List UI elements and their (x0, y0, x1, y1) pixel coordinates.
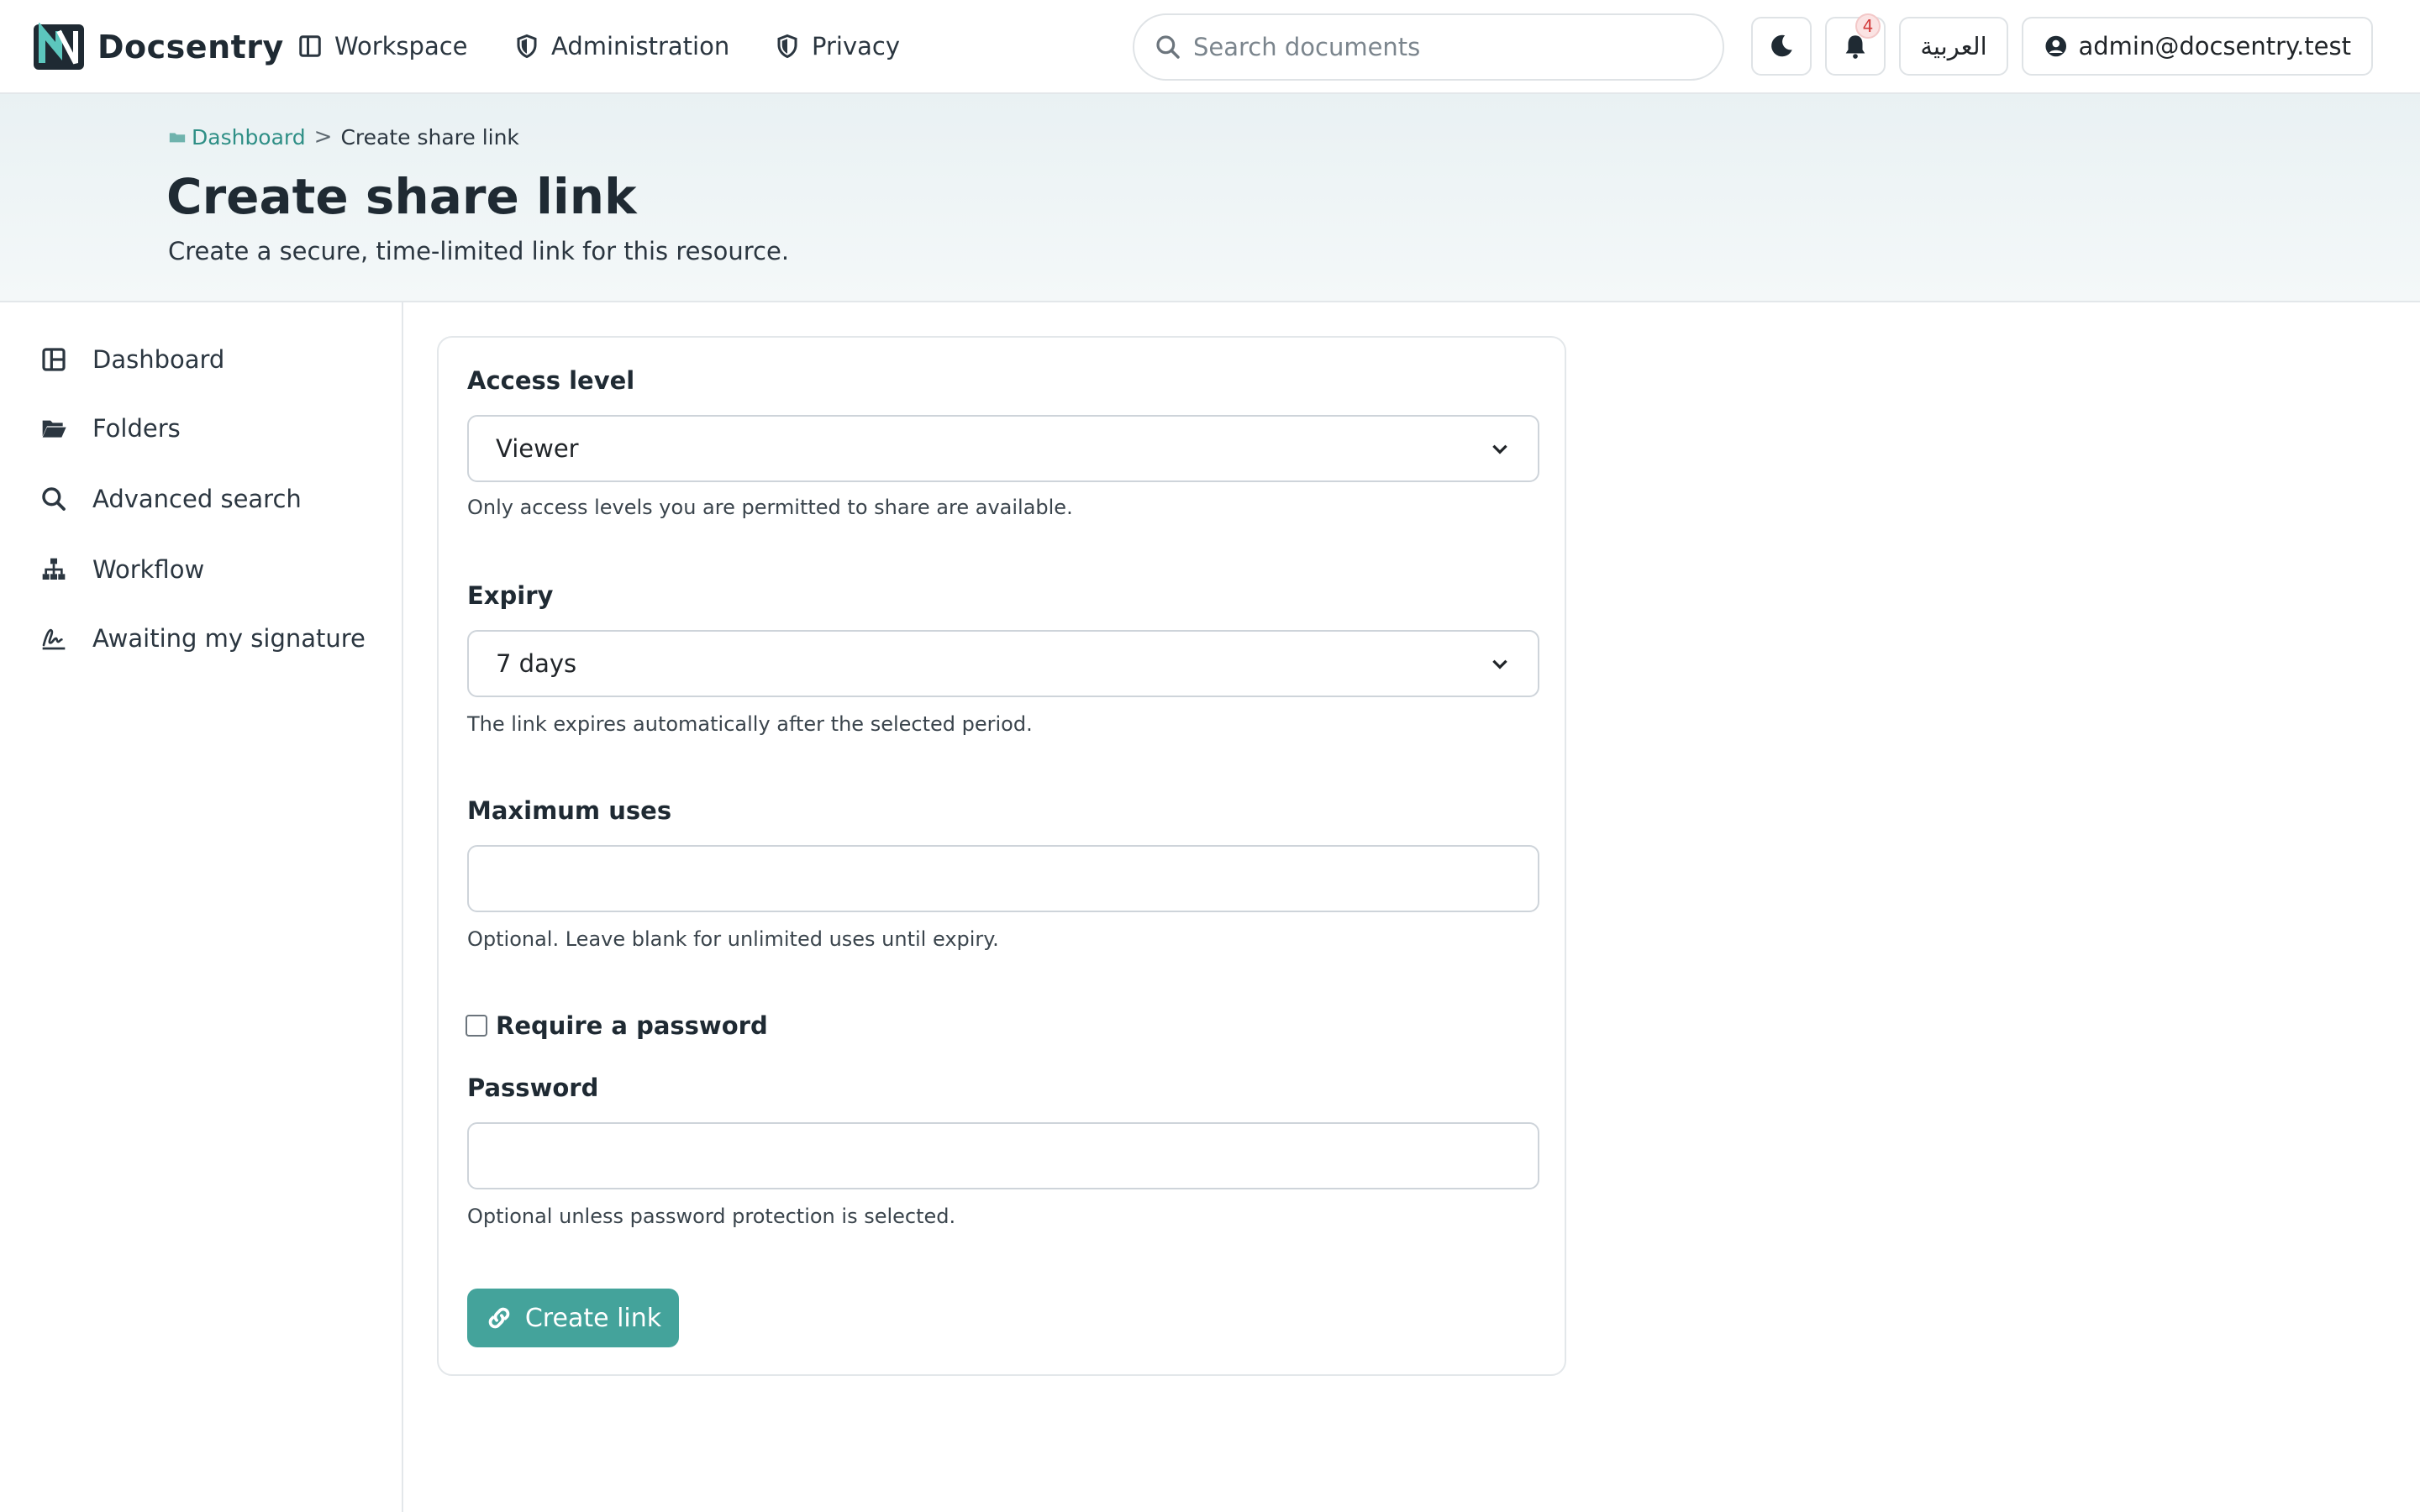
nav-privacy-label: Privacy (812, 32, 900, 60)
sidebar: Dashboard Folders Advanced search Workfl… (0, 302, 403, 1512)
create-link-button[interactable]: Create link (467, 1289, 679, 1347)
page-title: Create share link (166, 168, 637, 225)
access-level-help: Only access levels you are permitted to … (467, 496, 1073, 519)
top-navbar: Docsentry Workspace Administration Priva… (0, 0, 2420, 94)
breadcrumb-dashboard-link[interactable]: Dashboard (168, 125, 306, 150)
nav-administration-label: Administration (551, 32, 730, 60)
breadcrumb-separator: > (313, 124, 333, 150)
password-field[interactable] (467, 1122, 1539, 1189)
max-uses-help: Optional. Leave blank for unlimited uses… (467, 927, 999, 951)
moon-icon (1771, 34, 1792, 57)
max-uses-label: Maximum uses (467, 796, 672, 825)
page-header: Dashboard > Create share link Create sha… (0, 94, 2420, 302)
password-help: Optional unless password protection is s… (467, 1205, 956, 1228)
folder-open-icon (42, 420, 66, 438)
language-label: العربية (1920, 32, 1987, 60)
sidebar-item-workflow[interactable]: Workflow (40, 544, 204, 595)
access-level-label: Access level (467, 366, 635, 395)
expiry-select[interactable]: 7 days (467, 630, 1539, 697)
brand[interactable]: Docsentry (32, 22, 284, 72)
shield-icon (517, 34, 537, 59)
breadcrumb-current: Create share link (340, 124, 519, 150)
breadcrumb-dashboard-label: Dashboard (192, 124, 306, 150)
layout-icon (42, 348, 66, 371)
notifications-button[interactable]: 4 (1825, 13, 1886, 76)
link-icon (488, 1307, 510, 1329)
search-box[interactable] (1133, 13, 1724, 81)
sitemap-icon (42, 558, 66, 580)
search-input[interactable] (1193, 33, 1697, 61)
layout-icon (299, 35, 321, 57)
sidebar-item-awaiting-signature[interactable]: Awaiting my signature (40, 613, 366, 664)
chevron-down-icon (1492, 444, 1507, 454)
expiry-label: Expiry (467, 581, 554, 610)
search-icon (42, 487, 66, 511)
access-level-select[interactable]: Viewer (467, 415, 1539, 482)
require-password-row: Require a password (466, 1011, 768, 1040)
user-circle-icon (2045, 35, 2067, 57)
max-uses-input[interactable] (496, 847, 1511, 911)
nav-administration[interactable]: Administration (514, 25, 729, 67)
user-menu-button[interactable]: admin@docsentry.test (2022, 17, 2373, 76)
signature-icon (42, 628, 66, 650)
sidebar-item-label: Folders (92, 414, 181, 443)
sidebar-item-label: Workflow (92, 555, 205, 584)
brand-name: Docsentry (97, 29, 284, 66)
folder-icon (169, 133, 186, 143)
password-input[interactable] (496, 1124, 1511, 1188)
breadcrumb: Dashboard > Create share link (168, 124, 519, 150)
page-subtitle: Create a secure, time-limited link for t… (168, 237, 790, 265)
shield-half-icon (777, 34, 797, 59)
require-password-label[interactable]: Require a password (496, 1011, 768, 1040)
access-level-value: Viewer (496, 434, 579, 463)
share-link-form: Access level Viewer Only access levels y… (437, 336, 1566, 1376)
language-switch-button[interactable]: العربية (1899, 17, 2008, 76)
sidebar-item-advanced-search[interactable]: Advanced search (40, 474, 302, 524)
user-email: admin@docsentry.test (2078, 32, 2351, 60)
sidebar-item-folders[interactable]: Folders (40, 403, 181, 454)
docsentry-logo-icon (34, 23, 84, 70)
require-password-checkbox[interactable] (466, 1015, 487, 1037)
password-label: Password (467, 1074, 599, 1102)
max-uses-field[interactable] (467, 845, 1539, 912)
sidebar-item-label: Advanced search (92, 485, 302, 513)
create-link-label: Create link (524, 1303, 662, 1333)
sidebar-item-label: Dashboard (92, 345, 225, 374)
notification-count-badge: 4 (1855, 13, 1881, 39)
chevron-down-icon (1492, 659, 1507, 669)
nav-privacy[interactable]: Privacy (775, 25, 900, 67)
expiry-help: The link expires automatically after the… (467, 712, 1033, 736)
nav-workspace-label: Workspace (334, 32, 468, 60)
sidebar-item-dashboard[interactable]: Dashboard (40, 334, 224, 385)
nav-workspace[interactable]: Workspace (297, 25, 468, 67)
search-icon (1156, 35, 1180, 59)
expiry-value: 7 days (496, 649, 577, 678)
theme-toggle-button[interactable] (1751, 17, 1812, 76)
sidebar-item-label: Awaiting my signature (92, 624, 366, 653)
